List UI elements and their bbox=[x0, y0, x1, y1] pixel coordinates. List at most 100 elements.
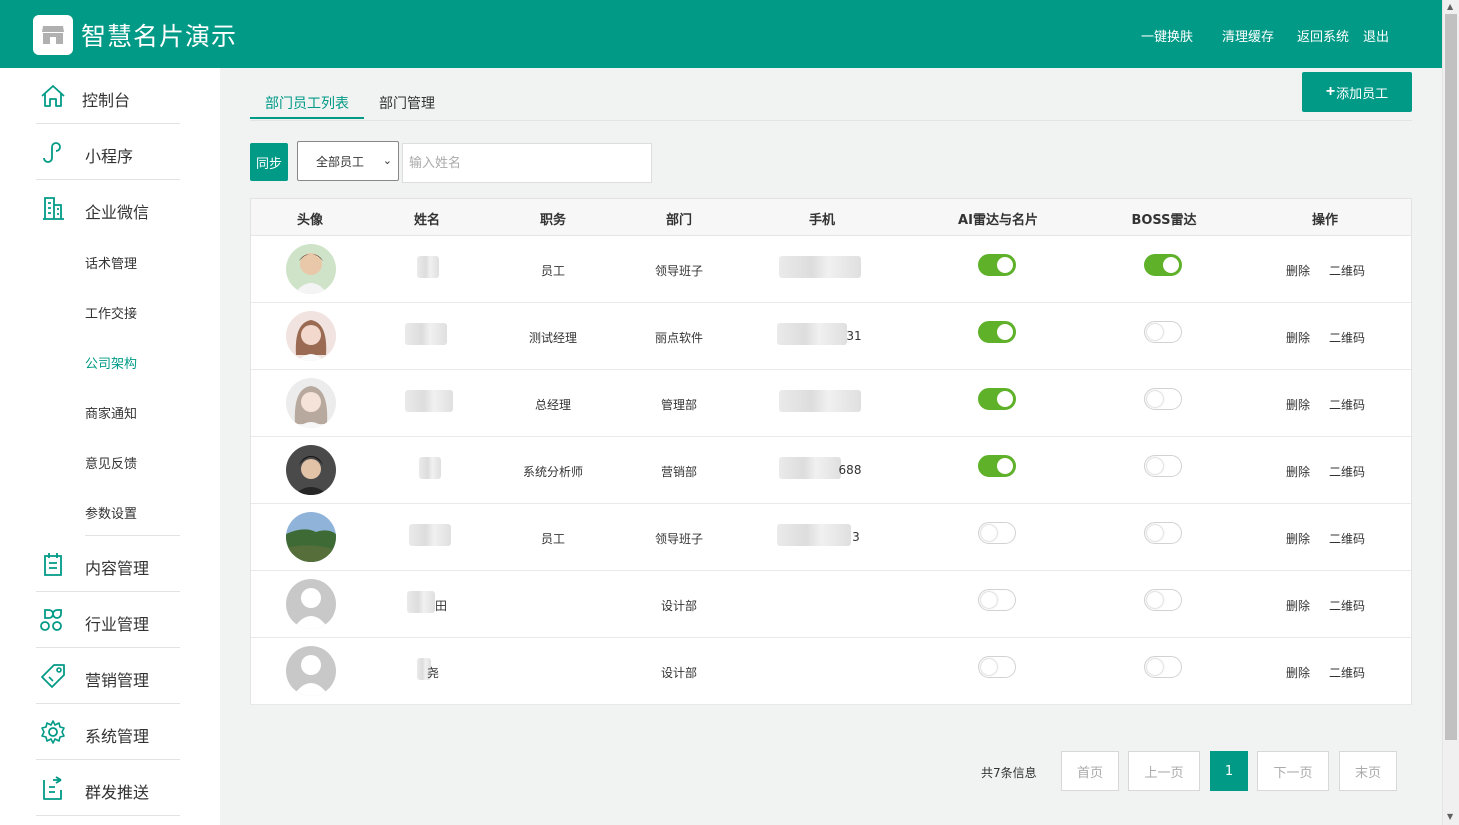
sidebar-sub-params[interactable]: 参数设置 bbox=[85, 503, 137, 522]
avatar bbox=[286, 244, 336, 294]
position-cell: 员工 bbox=[540, 532, 566, 546]
delete-link[interactable]: 删除 bbox=[1286, 530, 1310, 547]
table-row: 尧 设计部 删除 二维码 bbox=[251, 638, 1411, 705]
gear-icon bbox=[41, 720, 65, 744]
sidebar-sub-org-structure[interactable]: 公司架构 bbox=[85, 353, 137, 372]
dept-cell: 管理部 bbox=[660, 398, 698, 412]
home-icon bbox=[41, 85, 65, 107]
clipboard-icon bbox=[44, 553, 62, 576]
last-page-button[interactable]: 末页 bbox=[1339, 751, 1397, 791]
current-page-button[interactable]: 1 bbox=[1210, 751, 1248, 791]
ai-radar-toggle[interactable] bbox=[978, 589, 1016, 611]
skin-switch-link[interactable]: 一键换肤 bbox=[1141, 26, 1193, 45]
chevron-down-icon: ⌄ bbox=[382, 154, 392, 167]
ai-radar-toggle[interactable] bbox=[978, 455, 1016, 477]
sidebar-item-wecom[interactable]: 企业微信 bbox=[36, 180, 180, 236]
sidebar-item-mini-program[interactable]: 小程序 bbox=[36, 124, 180, 180]
name-mask bbox=[407, 591, 435, 613]
delete-link[interactable]: 删除 bbox=[1286, 329, 1310, 346]
first-page-button[interactable]: 首页 bbox=[1061, 751, 1119, 791]
header-position: 职务 bbox=[539, 213, 567, 228]
delete-link[interactable]: 删除 bbox=[1286, 597, 1310, 614]
name-cell: 田 bbox=[434, 599, 448, 613]
sidebar-sub-feedback[interactable]: 意见反馈 bbox=[85, 453, 137, 472]
tab-dept-management[interactable]: 部门管理 bbox=[379, 93, 435, 113]
boss-radar-toggle[interactable] bbox=[1144, 589, 1182, 611]
tag-icon bbox=[41, 664, 65, 688]
prev-page-button[interactable]: 上一页 bbox=[1128, 751, 1200, 791]
boss-radar-toggle[interactable] bbox=[1144, 455, 1182, 477]
header-dept: 部门 bbox=[665, 213, 693, 228]
name-search-input[interactable] bbox=[402, 143, 652, 183]
name-cell: 尧 bbox=[426, 666, 440, 680]
scrollbar-thumb[interactable] bbox=[1445, 14, 1457, 740]
avatar bbox=[286, 579, 336, 629]
tab-dept-staff-list[interactable]: 部门员工列表 bbox=[265, 93, 349, 113]
name-cell bbox=[417, 256, 439, 278]
phone-cell bbox=[779, 256, 861, 278]
phone-cell bbox=[779, 390, 861, 412]
sidebar-item-label: 内容管理 bbox=[85, 559, 150, 578]
employee-table: 头像 姓名 职务 部门 手机 AI雷达与名片 BOSS雷达 操作 员工 领导班子… bbox=[250, 198, 1412, 705]
sidebar-item-label: 行业管理 bbox=[85, 615, 150, 634]
employee-filter-select[interactable]: 全部员工 ⌄ bbox=[297, 141, 399, 181]
boss-radar-toggle[interactable] bbox=[1144, 522, 1182, 544]
header-avatar: 头像 bbox=[296, 213, 324, 228]
sidebar-item-console[interactable]: 控制台 bbox=[36, 68, 180, 124]
sidebar-item-content-mgmt[interactable]: 内容管理 bbox=[36, 536, 180, 592]
ai-radar-toggle[interactable] bbox=[978, 321, 1016, 343]
next-page-button[interactable]: 下一页 bbox=[1257, 751, 1329, 791]
sidebar-sub-work-handover[interactable]: 工作交接 bbox=[85, 303, 137, 322]
sidebar-sub-script-mgmt[interactable]: 话术管理 bbox=[85, 253, 137, 272]
sidebar-item-marketing-mgmt[interactable]: 营销管理 bbox=[36, 648, 180, 704]
boss-radar-toggle[interactable] bbox=[1144, 254, 1182, 276]
boss-radar-toggle[interactable] bbox=[1144, 321, 1182, 343]
sidebar-item-industry-mgmt[interactable]: 行业管理 bbox=[36, 592, 180, 648]
ai-radar-toggle[interactable] bbox=[978, 254, 1016, 276]
qrcode-link[interactable]: 二维码 bbox=[1329, 530, 1365, 547]
qrcode-link[interactable]: 二维码 bbox=[1329, 463, 1365, 480]
sidebar-item-system-mgmt[interactable]: 系统管理 bbox=[36, 704, 180, 760]
ai-radar-toggle[interactable] bbox=[978, 522, 1016, 544]
boss-radar-toggle[interactable] bbox=[1144, 656, 1182, 678]
share-icon bbox=[43, 776, 62, 800]
delete-link[interactable]: 删除 bbox=[1286, 463, 1310, 480]
table-row: 员工 领导班子 3 删除 二维码 bbox=[251, 504, 1411, 571]
phone-cell: 3 bbox=[852, 530, 860, 544]
qrcode-link[interactable]: 二维码 bbox=[1329, 396, 1365, 413]
table-row: 总经理 管理部 删除 二维码 bbox=[251, 370, 1411, 437]
table-row: 田 设计部 删除 二维码 bbox=[251, 571, 1411, 638]
add-employee-button[interactable]: + 添加员工 bbox=[1302, 72, 1412, 112]
plus-icon: + bbox=[1325, 83, 1336, 100]
ai-radar-toggle[interactable] bbox=[978, 388, 1016, 410]
delete-link[interactable]: 删除 bbox=[1286, 664, 1310, 681]
building-icon bbox=[43, 197, 64, 220]
sidebar-sub-merchant-notice[interactable]: 商家通知 bbox=[85, 403, 137, 422]
dept-cell: 领导班子 bbox=[654, 264, 704, 278]
sidebar-item-label: 控制台 bbox=[82, 91, 131, 110]
phone-mask bbox=[779, 457, 841, 479]
sync-button[interactable]: 同步 bbox=[250, 143, 288, 181]
delete-link[interactable]: 删除 bbox=[1286, 262, 1310, 279]
back-to-system-link[interactable]: 返回系统 bbox=[1297, 26, 1349, 45]
dept-cell: 设计部 bbox=[660, 666, 698, 680]
logo-icon bbox=[33, 15, 73, 55]
name-cell bbox=[409, 524, 451, 546]
qrcode-link[interactable]: 二维码 bbox=[1329, 329, 1365, 346]
ai-radar-toggle[interactable] bbox=[978, 656, 1016, 678]
table-row: 测试经理 丽点软件 31 删除 二维码 bbox=[251, 303, 1411, 370]
scroll-down-arrow-icon[interactable]: ▼ bbox=[1447, 812, 1453, 821]
phone-cell: 31 bbox=[846, 329, 862, 343]
table-row: 员工 领导班子 删除 二维码 bbox=[251, 236, 1411, 303]
logout-link[interactable]: 退出 bbox=[1363, 26, 1389, 45]
page-scrollbar[interactable]: ▲ ▼ bbox=[1442, 0, 1459, 825]
qrcode-link[interactable]: 二维码 bbox=[1329, 664, 1365, 681]
delete-link[interactable]: 删除 bbox=[1286, 396, 1310, 413]
clear-cache-link[interactable]: 清理缓存 bbox=[1222, 26, 1274, 45]
boss-radar-toggle[interactable] bbox=[1144, 388, 1182, 410]
qrcode-link[interactable]: 二维码 bbox=[1329, 262, 1365, 279]
scroll-up-arrow-icon[interactable]: ▲ bbox=[1447, 2, 1453, 11]
avatar bbox=[286, 378, 336, 428]
sidebar-item-mass-push[interactable]: 群发推送 bbox=[36, 760, 180, 816]
qrcode-link[interactable]: 二维码 bbox=[1329, 597, 1365, 614]
